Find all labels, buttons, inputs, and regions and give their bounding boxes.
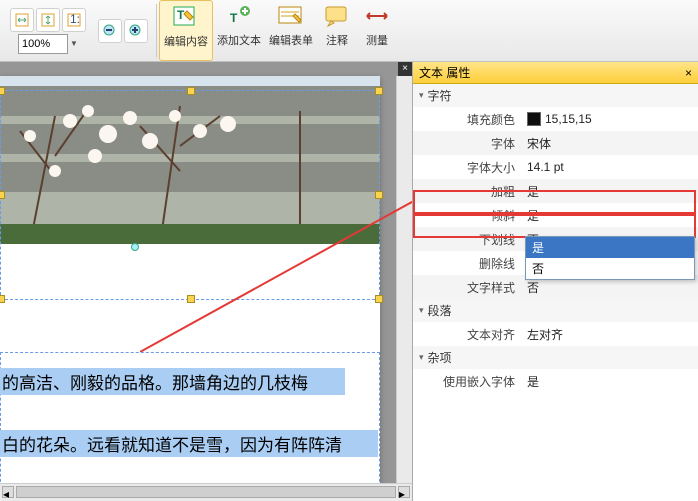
zoom-input[interactable] [18, 34, 68, 54]
toolbar: 1:1 ▼ T 编辑内容 T 添加文本 编辑表单 注释 测量 [0, 0, 698, 62]
italic-dropdown[interactable]: 是 否 [525, 236, 695, 280]
properties-panel: 文本 属性 × 字符 填充颜色15,15,15 字体宋体 字体大小14.1 pt… [412, 62, 698, 501]
close-icon[interactable]: × [398, 62, 412, 76]
font-value[interactable]: 宋体 [523, 135, 698, 152]
svg-text:T: T [177, 8, 185, 22]
measure-button[interactable]: 测量 [357, 0, 397, 61]
selected-text-1[interactable]: 的高洁、刚毅的品格。那墙角边的几枝梅 [0, 368, 345, 395]
panel-close-icon[interactable]: × [685, 66, 692, 80]
svg-text:T: T [230, 11, 238, 25]
svg-text:1:1: 1:1 [70, 13, 81, 26]
zoom-out-button[interactable] [98, 19, 122, 43]
measure-icon [361, 2, 393, 30]
align-value[interactable]: 左对齐 [523, 326, 698, 343]
annotate-button[interactable]: 注释 [317, 0, 357, 61]
vertical-scrollbar[interactable] [396, 76, 412, 483]
document-area[interactable]: × 的高洁、刚毅的品格。那墙角边的几枝梅 白的花朵。远看就知道不是雪，因为有阵阵… [0, 62, 412, 501]
italic-value[interactable]: 是 [523, 207, 698, 224]
zoom-in-button[interactable] [124, 19, 148, 43]
embed-font-value[interactable]: 是 [523, 373, 698, 390]
edit-content-icon: T [170, 3, 202, 31]
text-style-value[interactable]: 否 [523, 279, 698, 296]
selected-text-2[interactable]: 白的花朵。远看就知道不是雪，因为有阵阵清 [0, 430, 378, 457]
bold-value[interactable]: 是 [523, 183, 698, 200]
fit-width-button[interactable] [10, 8, 34, 32]
section-misc[interactable]: 杂项 [413, 346, 698, 369]
edit-content-button[interactable]: T 编辑内容 [159, 0, 213, 61]
color-swatch [527, 112, 541, 126]
edit-form-icon [275, 2, 307, 30]
fit-height-button[interactable] [36, 8, 60, 32]
fill-color-value[interactable]: 15,15,15 [523, 112, 698, 126]
edit-form-button[interactable]: 编辑表单 [265, 0, 317, 61]
section-char[interactable]: 字符 [413, 84, 698, 107]
add-text-button[interactable]: T 添加文本 [213, 0, 265, 61]
horizontal-scrollbar[interactable]: ◂▸ [0, 483, 412, 501]
add-text-icon: T [223, 2, 255, 30]
dropdown-opt-no[interactable]: 否 [526, 258, 694, 279]
selection-box[interactable] [0, 90, 380, 300]
annotate-icon [321, 2, 353, 30]
actual-size-button[interactable]: 1:1 [62, 8, 86, 32]
dropdown-opt-yes[interactable]: 是 [526, 237, 694, 258]
font-size-value[interactable]: 14.1 pt [523, 160, 698, 174]
section-para[interactable]: 段落 [413, 299, 698, 322]
properties-panel-title: 文本 属性 × [413, 62, 698, 84]
